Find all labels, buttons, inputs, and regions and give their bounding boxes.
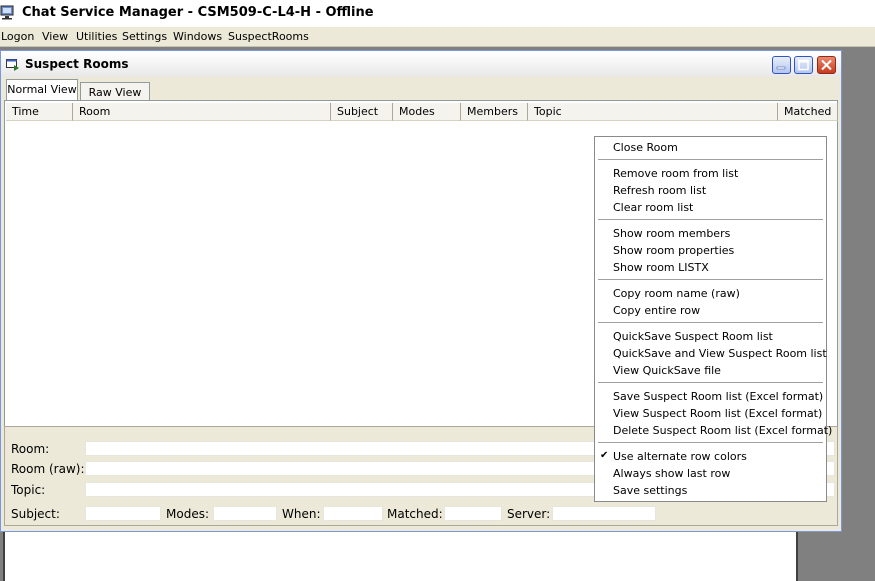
subject-field [85, 506, 161, 521]
subject-label: Subject: [11, 507, 60, 521]
child-titlebar[interactable]: Suspect Rooms [1, 51, 841, 77]
list-header: Time Room Subject Modes Members Topic Ma… [6, 103, 838, 121]
menu-item-view-excel[interactable]: View Suspect Room list (Excel format) [613, 407, 822, 420]
menu-item-delete-excel[interactable]: Delete Suspect Room list (Excel format) [613, 424, 832, 437]
room-label: Room: [11, 442, 50, 456]
menu-item-remove-room[interactable]: Remove room from list [613, 167, 738, 180]
column-modes[interactable]: Modes [393, 103, 461, 121]
menu-separator [598, 442, 823, 443]
column-matched[interactable]: Matched [778, 103, 838, 121]
column-subject[interactable]: Subject [331, 103, 393, 121]
maximize-button[interactable] [794, 56, 813, 74]
monitor-icon [0, 5, 14, 20]
menu-separator [598, 322, 823, 323]
menu-item-always-last-row[interactable]: Always show last row [613, 467, 730, 480]
app-titlebar: Chat Service Manager - CSM509-C-L4-H - O… [0, 0, 875, 28]
menu-item-save-settings[interactable]: Save settings [613, 484, 687, 497]
menu-item-refresh-list[interactable]: Refresh room list [613, 184, 706, 197]
menu-item-show-properties[interactable]: Show room properties [613, 244, 734, 257]
menu-item-show-listx[interactable]: Show room LISTX [613, 261, 709, 274]
close-button[interactable] [817, 56, 836, 74]
menu-item-clear-list[interactable]: Clear room list [613, 201, 693, 214]
menubar: Logon View Utilities Settings Windows Su… [0, 27, 875, 47]
check-mark-icon: ✔ [600, 450, 609, 461]
close-icon [821, 59, 832, 71]
menu-logon[interactable]: Logon [1, 30, 34, 43]
modes-label: Modes: [166, 507, 209, 521]
menu-separator [598, 219, 823, 220]
menu-item-view-quicksave[interactable]: View QuickSave file [613, 364, 721, 377]
menu-item-show-members[interactable]: Show room members [613, 227, 730, 240]
column-topic[interactable]: Topic [528, 103, 778, 121]
modes-field [213, 506, 277, 521]
column-members[interactable]: Members [461, 103, 528, 121]
minimize-icon [776, 66, 786, 70]
menu-item-quicksave[interactable]: QuickSave Suspect Room list [613, 330, 773, 343]
menu-item-save-excel[interactable]: Save Suspect Room list (Excel format) [613, 390, 823, 403]
topic-label: Topic: [11, 483, 46, 497]
menu-item-quicksave-view[interactable]: QuickSave and View Suspect Room list [613, 347, 827, 360]
minimize-button[interactable] [772, 56, 791, 74]
menu-settings[interactable]: Settings [122, 30, 167, 43]
menu-separator [598, 382, 823, 383]
app-title: Chat Service Manager - CSM509-C-L4-H - O… [22, 5, 374, 20]
tab-normal-view[interactable]: Normal View [6, 79, 78, 101]
menu-separator [598, 159, 823, 160]
column-time[interactable]: Time [6, 103, 73, 121]
menu-item-copy-name[interactable]: Copy room name (raw) [613, 287, 740, 300]
menu-windows[interactable]: Windows [173, 30, 222, 43]
matched-label: Matched: [387, 507, 443, 521]
maximize-icon [798, 59, 809, 71]
menu-separator [598, 279, 823, 280]
window-title: Suspect Rooms [25, 57, 129, 71]
menu-item-copy-row[interactable]: Copy entire row [613, 304, 700, 317]
matched-field [444, 506, 502, 521]
room-raw-label: Room (raw): [11, 462, 85, 476]
column-room[interactable]: Room [73, 103, 331, 121]
tab-raw-view[interactable]: Raw View [80, 82, 150, 101]
background-window [3, 532, 798, 581]
when-field [323, 506, 383, 521]
menu-item-close-room[interactable]: Close Room [613, 141, 678, 154]
window-app-icon [6, 59, 19, 71]
menu-view[interactable]: View [42, 30, 68, 43]
server-label: Server: [507, 507, 551, 521]
view-tabs: Normal View Raw View [4, 79, 839, 101]
context-menu: Close Room Remove room from list Refresh… [594, 136, 832, 502]
menu-suspectrooms[interactable]: SuspectRooms [228, 30, 309, 43]
when-label: When: [282, 507, 321, 521]
server-field [552, 506, 656, 521]
menu-item-alt-row-colors[interactable]: Use alternate row colors [613, 450, 747, 463]
menu-utilities[interactable]: Utilities [76, 30, 117, 43]
